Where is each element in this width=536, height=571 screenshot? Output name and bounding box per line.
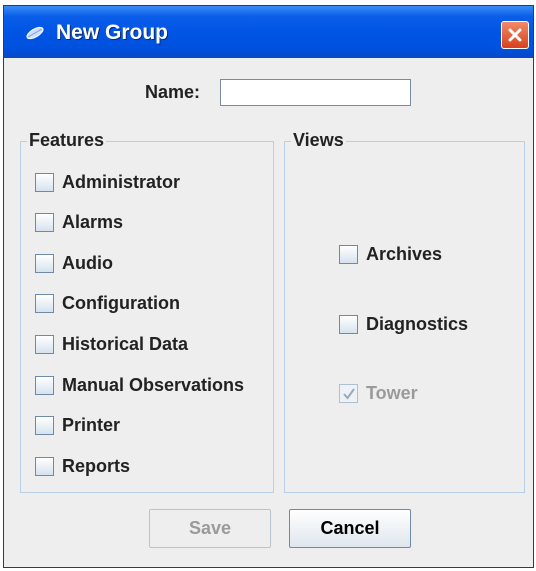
manual-observations-checkbox[interactable] — [35, 376, 54, 395]
save-button: Save — [149, 509, 271, 548]
feature-label: Configuration — [62, 293, 180, 313]
archives-checkbox[interactable] — [339, 245, 358, 264]
feature-alarms[interactable]: Alarms — [35, 212, 123, 233]
configuration-checkbox[interactable] — [35, 294, 54, 313]
title-bar[interactable]: New Group — [4, 6, 533, 58]
feature-reports[interactable]: Reports — [35, 456, 130, 477]
name-label: Name: — [145, 82, 201, 102]
checkmark-icon — [343, 388, 355, 400]
close-button[interactable] — [501, 21, 529, 49]
feature-configuration[interactable]: Configuration — [35, 293, 180, 314]
features-legend: Features — [27, 130, 107, 151]
diagnostics-checkbox[interactable] — [339, 315, 358, 334]
administrator-checkbox[interactable] — [35, 173, 54, 192]
historical-data-checkbox[interactable] — [35, 335, 54, 354]
feature-label: Printer — [62, 415, 121, 435]
feature-label: Audio — [62, 253, 113, 273]
window-title: New Group — [56, 21, 169, 44]
alarms-checkbox[interactable] — [35, 213, 54, 232]
views-legend: Views — [291, 130, 346, 151]
cancel-button[interactable]: Cancel — [289, 509, 411, 548]
new-group-dialog: New Group Name: Features Administrator A… — [3, 5, 534, 568]
features-panel — [20, 141, 274, 493]
view-label: Archives — [366, 244, 443, 264]
feature-label: Manual Observations — [62, 375, 245, 395]
feature-label: Administrator — [62, 172, 181, 192]
view-diagnostics[interactable]: Diagnostics — [339, 314, 468, 335]
name-input[interactable] — [220, 79, 411, 106]
feature-manual-observations[interactable]: Manual Observations — [35, 375, 244, 396]
audio-checkbox[interactable] — [35, 254, 54, 273]
printer-checkbox[interactable] — [35, 416, 54, 435]
view-label: Diagnostics — [366, 314, 469, 334]
feature-label: Alarms — [62, 212, 124, 232]
view-tower: Tower — [339, 383, 418, 404]
view-label: Tower — [366, 383, 418, 403]
feature-historical-data[interactable]: Historical Data — [35, 334, 188, 355]
feature-label: Reports — [62, 456, 131, 476]
leaf-icon — [26, 26, 44, 40]
feature-label: Historical Data — [62, 334, 189, 354]
feature-audio[interactable]: Audio — [35, 253, 113, 274]
close-icon — [508, 28, 522, 42]
reports-checkbox[interactable] — [35, 457, 54, 476]
feature-administrator[interactable]: Administrator — [35, 172, 180, 193]
view-archives[interactable]: Archives — [339, 244, 442, 265]
tower-checkbox — [339, 384, 358, 403]
feature-printer[interactable]: Printer — [35, 415, 120, 436]
